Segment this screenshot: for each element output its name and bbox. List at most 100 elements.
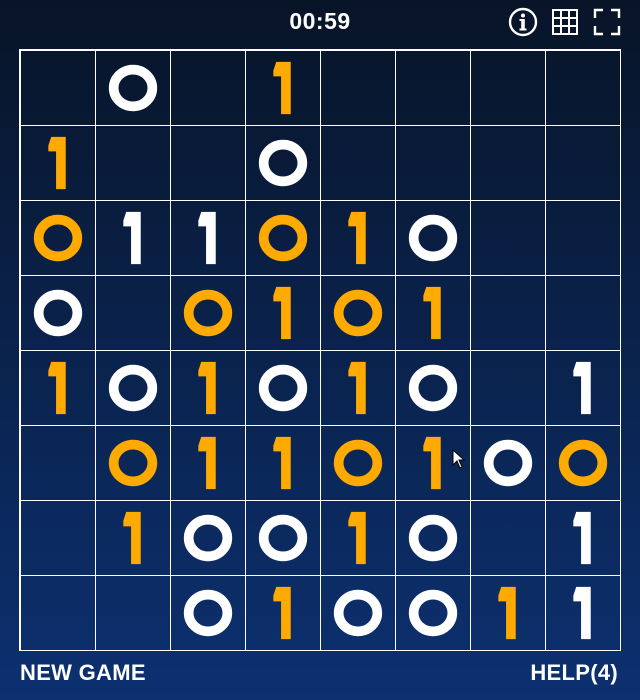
board-cell[interactable]: [94, 424, 171, 501]
digit-one-icon: [47, 136, 66, 189]
board-cell[interactable]: [394, 499, 471, 576]
board-cell[interactable]: [469, 424, 546, 501]
digit-one-icon: [497, 586, 516, 639]
board-cell[interactable]: [94, 349, 171, 426]
board-cell[interactable]: [544, 274, 621, 351]
digit-one-icon: [572, 361, 591, 414]
digit-zero-icon: [333, 439, 382, 486]
board-cell[interactable]: [169, 499, 246, 576]
digit-zero-icon: [408, 589, 457, 636]
digit-zero-icon: [483, 439, 532, 486]
board-cell[interactable]: [469, 49, 546, 126]
board-cell[interactable]: [244, 574, 321, 651]
digit-zero-icon: [183, 589, 232, 636]
board-cell[interactable]: [244, 199, 321, 276]
digit-one-icon: [122, 511, 141, 564]
digit-zero-icon: [183, 514, 232, 561]
board-cell[interactable]: [169, 124, 246, 201]
digit-one-icon: [572, 586, 591, 639]
board-cell[interactable]: [169, 199, 246, 276]
board-cell[interactable]: [244, 274, 321, 351]
board-cell[interactable]: [319, 424, 396, 501]
digit-zero-icon: [333, 289, 382, 336]
digit-zero-icon: [333, 589, 382, 636]
board-cell[interactable]: [544, 124, 621, 201]
board-cell[interactable]: [469, 499, 546, 576]
board-cell[interactable]: [169, 49, 246, 126]
board-cell[interactable]: [319, 349, 396, 426]
board-cell[interactable]: [544, 574, 621, 651]
board-cell[interactable]: [469, 349, 546, 426]
board-cell[interactable]: [94, 274, 171, 351]
board-cell[interactable]: [544, 49, 621, 126]
board-cell[interactable]: [244, 424, 321, 501]
board-cell[interactable]: [469, 124, 546, 201]
help-button[interactable]: HELP(4): [530, 660, 618, 686]
digit-one-icon: [422, 286, 441, 339]
board-cell[interactable]: [394, 349, 471, 426]
board-cell[interactable]: [19, 199, 96, 276]
board-cell[interactable]: [544, 424, 621, 501]
board-cell[interactable]: [319, 124, 396, 201]
board-cell[interactable]: [319, 499, 396, 576]
digit-one-icon: [347, 361, 366, 414]
board-cell[interactable]: [94, 49, 171, 126]
board-cell[interactable]: [244, 349, 321, 426]
board-cell[interactable]: [169, 274, 246, 351]
top-bar: 00:59: [0, 0, 640, 46]
board-cell[interactable]: [94, 124, 171, 201]
board-cell[interactable]: [469, 574, 546, 651]
digit-zero-icon: [408, 364, 457, 411]
board-cell[interactable]: [394, 424, 471, 501]
digit-one-icon: [47, 361, 66, 414]
board-cell[interactable]: [319, 574, 396, 651]
digit-one-icon: [197, 211, 216, 264]
new-game-button[interactable]: NEW GAME: [20, 660, 146, 686]
digit-zero-icon: [408, 514, 457, 561]
board-cell[interactable]: [319, 49, 396, 126]
board-cell[interactable]: [19, 274, 96, 351]
board-cell[interactable]: [19, 574, 96, 651]
top-icons: [508, 7, 622, 37]
board-cell[interactable]: [469, 274, 546, 351]
board-cell[interactable]: [169, 349, 246, 426]
board-cell[interactable]: [94, 574, 171, 651]
board-cell[interactable]: [19, 124, 96, 201]
board-cell[interactable]: [244, 124, 321, 201]
board-cell[interactable]: [394, 199, 471, 276]
board-cell[interactable]: [19, 499, 96, 576]
digit-zero-icon: [108, 64, 157, 111]
board-cell[interactable]: [319, 199, 396, 276]
board-cell[interactable]: [244, 499, 321, 576]
digit-one-icon: [422, 436, 441, 489]
digit-zero-icon: [108, 364, 157, 411]
digit-zero-icon: [33, 214, 82, 261]
digit-one-icon: [197, 436, 216, 489]
board-cell[interactable]: [544, 199, 621, 276]
board-cell[interactable]: [19, 349, 96, 426]
digit-zero-icon: [258, 514, 307, 561]
board-cell[interactable]: [319, 274, 396, 351]
board-cell[interactable]: [469, 199, 546, 276]
board-cell[interactable]: [394, 49, 471, 126]
board-cell[interactable]: [394, 274, 471, 351]
digit-zero-icon: [183, 289, 232, 336]
board-cell[interactable]: [169, 574, 246, 651]
digit-one-icon: [272, 61, 291, 114]
board-cell[interactable]: [394, 124, 471, 201]
board-cell[interactable]: [19, 49, 96, 126]
board-cell[interactable]: [544, 349, 621, 426]
board-cell[interactable]: [394, 574, 471, 651]
digit-one-icon: [347, 211, 366, 264]
fullscreen-icon[interactable]: [592, 7, 622, 37]
digit-one-icon: [347, 511, 366, 564]
board-cell[interactable]: [94, 499, 171, 576]
board-cell[interactable]: [244, 49, 321, 126]
grid-icon[interactable]: [550, 7, 580, 37]
info-icon[interactable]: [508, 7, 538, 37]
board-cell[interactable]: [169, 424, 246, 501]
board-cell[interactable]: [19, 424, 96, 501]
board-cell[interactable]: [94, 199, 171, 276]
board-cell[interactable]: [544, 499, 621, 576]
digit-one-icon: [272, 586, 291, 639]
